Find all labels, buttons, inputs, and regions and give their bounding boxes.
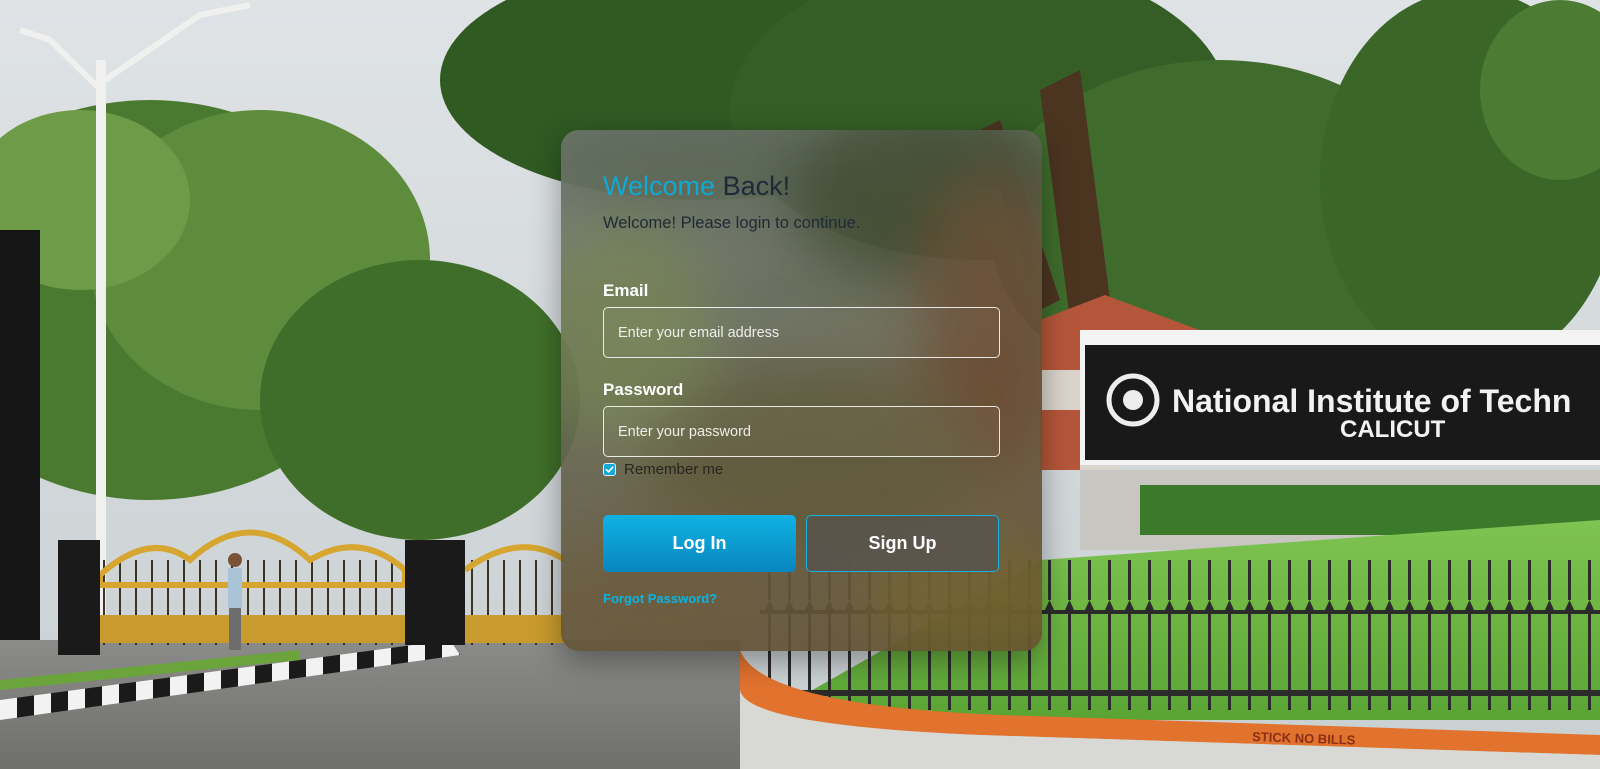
remember-me-row[interactable]: Remember me: [603, 461, 723, 478]
login-button[interactable]: Log In: [603, 515, 796, 572]
title-accent: Welcome: [603, 171, 716, 201]
password-field[interactable]: [603, 406, 1000, 457]
title-rest: Back!: [722, 171, 791, 201]
remember-me-label: Remember me: [624, 461, 724, 478]
email-field[interactable]: [603, 307, 1000, 358]
page-title: Welcome Back!: [603, 171, 790, 202]
signup-button[interactable]: Sign Up: [806, 515, 999, 572]
forgot-password-link[interactable]: Forgot Password?: [603, 591, 717, 606]
sign-text-line1: National Institute of Techn: [1172, 383, 1571, 419]
login-card: Welcome Back! Welcome! Please login to c…: [561, 130, 1042, 651]
checkmark-icon: [605, 466, 614, 473]
email-label: Email: [603, 281, 649, 300]
password-label: Password: [603, 380, 684, 399]
remember-me-checkbox[interactable]: [603, 463, 616, 476]
page-subtitle: Welcome! Please login to continue.: [603, 214, 861, 232]
sign-text-line2: CALICUT: [1340, 416, 1446, 443]
